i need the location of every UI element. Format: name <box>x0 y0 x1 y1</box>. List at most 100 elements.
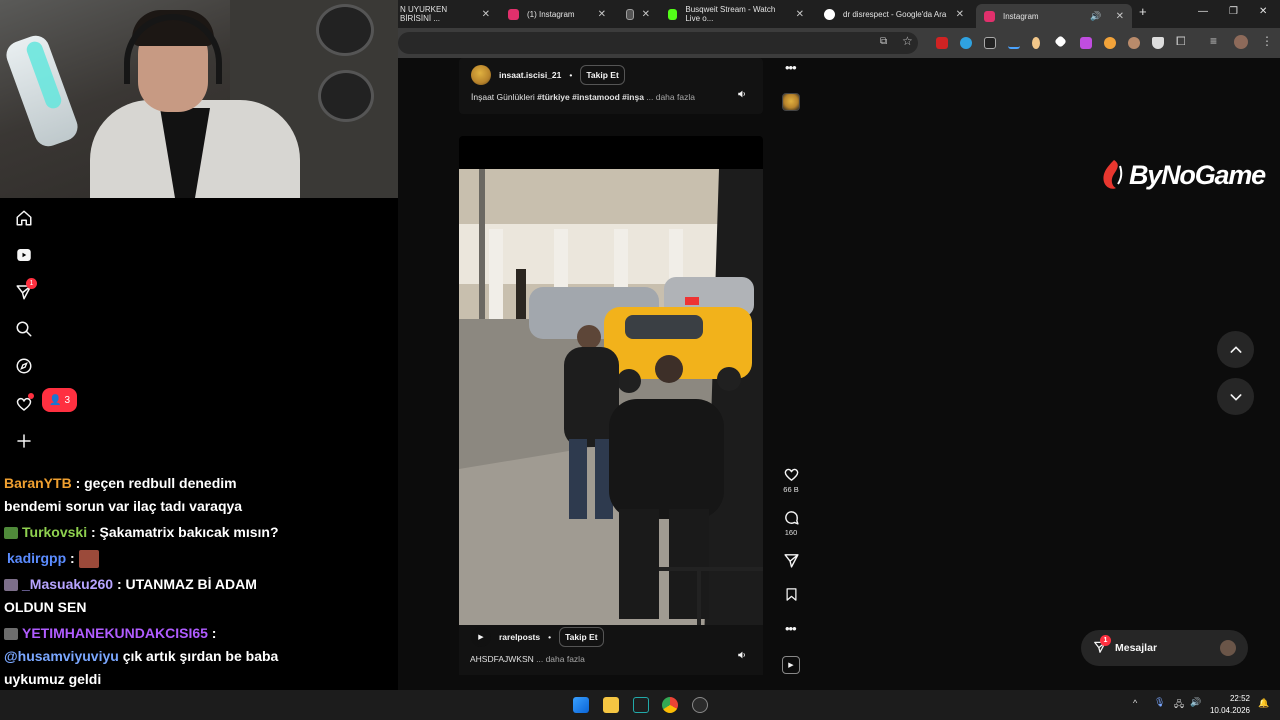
notification-bell-icon[interactable]: 🔔 <box>1258 698 1269 709</box>
more-menu-icon[interactable]: ⋮ <box>1261 34 1273 48</box>
system-clock[interactable]: 22:52 10.04.2026 <box>1210 693 1250 717</box>
close-icon[interactable]: ✕ <box>956 9 964 20</box>
play-avatar-icon[interactable]: ▶ <box>471 627 491 647</box>
extension-icon[interactable] <box>1104 37 1116 49</box>
tab-4[interactable]: Busqweit Stream - Watch Live o... ✕ <box>660 4 812 24</box>
obs-icon[interactable] <box>692 697 708 713</box>
media-queue-icon[interactable]: ≡ <box>1210 34 1217 48</box>
chat-username: BaranYTB <box>4 475 72 491</box>
search-icon[interactable] <box>14 319 34 339</box>
close-icon[interactable]: ✕ <box>796 9 804 20</box>
extension-icon[interactable] <box>1008 37 1020 49</box>
sound-icon[interactable] <box>734 86 750 102</box>
extension-icon[interactable] <box>1054 35 1067 48</box>
direct-messages-icon[interactable]: 1 <box>14 278 37 302</box>
comment-icon <box>784 511 799 525</box>
like-count: 66 B <box>783 485 799 494</box>
more-link[interactable]: ... daha fazla <box>534 654 585 664</box>
profile-avatar[interactable] <box>1234 35 1248 49</box>
terminal-icon[interactable] <box>633 697 649 713</box>
bookmark-star-icon[interactable]: ☆ <box>902 34 913 48</box>
speaker-icon[interactable]: 🔊 <box>1090 11 1101 22</box>
start-windows-icon[interactable] <box>573 697 589 713</box>
tab-6-title: Instagram <box>1003 11 1039 21</box>
follow-button[interactable]: Takip Et <box>559 627 604 647</box>
volume-icon[interactable]: 🔊 <box>1190 697 1201 708</box>
chat-badge-icon <box>4 527 18 540</box>
explore-compass-icon[interactable] <box>14 356 34 376</box>
puzzle-icon[interactable]: ⧠ <box>1176 34 1186 49</box>
save-action[interactable] <box>780 586 802 603</box>
post-username[interactable]: rarelposts <box>499 632 540 642</box>
more-link[interactable]: ... daha fazla <box>644 92 695 102</box>
close-icon[interactable]: ✕ <box>1116 11 1124 22</box>
next-reel-button[interactable] <box>1217 378 1254 415</box>
clock-time: 22:52 <box>1229 694 1250 703</box>
caption-hashtags[interactable]: #türkiye #instamood #inşa <box>537 92 644 102</box>
more-options-icon[interactable]: ••• <box>785 60 797 75</box>
like-action[interactable]: 66 B <box>780 466 802 494</box>
comment-count: 160 <box>784 528 798 537</box>
adblock-extension-icon[interactable] <box>936 37 948 49</box>
microphone-icon[interactable]: 🎙 <box>1154 697 1165 708</box>
extension-icon[interactable] <box>1080 37 1092 49</box>
more-options-icon[interactable]: ••• <box>785 621 797 636</box>
chat-message: kadirgpp : <box>4 547 294 570</box>
chat-badge-icon <box>4 579 18 592</box>
restore-icon[interactable]: ❐ <box>1229 6 1238 17</box>
heart-activity-icon[interactable] <box>14 393 34 414</box>
previous-reel-button[interactable] <box>1217 331 1254 368</box>
follow-requests-pill[interactable]: 👤 3 <box>42 388 77 412</box>
create-plus-icon[interactable] <box>14 431 34 451</box>
windows-taskbar: ^ 🎙 🖧 🔊 22:52 10.04.2026 🔔 <box>0 690 1280 720</box>
chat-message: _Masuaku260 : UTANMAZ Bİ ADAM OLDUN SEN <box>4 573 294 619</box>
tab-6-active[interactable]: Instagram 🔊 ✕ <box>976 4 1132 28</box>
extension-icon[interactable] <box>984 37 996 49</box>
chat-username: Turkovski <box>22 524 88 540</box>
close-icon[interactable]: ✕ <box>598 9 606 20</box>
extension-icon[interactable] <box>960 37 972 49</box>
tab-1[interactable]: N UYURKEN BİRİSİNİ ... ✕ <box>392 4 498 24</box>
messages-button[interactable]: 1 Mesajlar <box>1081 630 1248 666</box>
chat-username: kadirgpp <box>7 550 67 566</box>
logo-text: ByNoGame <box>1129 159 1266 190</box>
follow-button[interactable]: Takip Et <box>580 65 625 85</box>
avatar[interactable] <box>471 65 491 85</box>
address-input[interactable] <box>398 32 918 54</box>
audio-thumbnail[interactable] <box>782 93 800 111</box>
home-icon[interactable] <box>14 208 34 228</box>
tab-5[interactable]: dr disrespect - Google'da Ara ✕ <box>816 4 972 24</box>
close-icon[interactable]: ✕ <box>482 9 490 20</box>
tab-2[interactable]: (1) Instagram ✕ <box>500 4 614 24</box>
instagram-icon <box>984 10 995 22</box>
flame-icon <box>1103 160 1123 189</box>
close-icon[interactable]: ✕ <box>642 9 650 20</box>
sound-icon[interactable] <box>734 647 750 663</box>
file-explorer-icon[interactable] <box>603 697 619 713</box>
reel-video[interactable] <box>459 169 763 643</box>
tray-chevron-icon[interactable]: ^ <box>1133 698 1137 708</box>
extension-icon[interactable] <box>1032 37 1040 49</box>
person-icon: 👤 <box>48 394 62 406</box>
chat-mention: @husamviyuviyu <box>4 648 119 664</box>
tab-1-title: N UYURKEN BİRİSİNİ ... <box>400 5 448 23</box>
network-icon[interactable]: 🖧 <box>1174 697 1184 713</box>
chrome-icon[interactable] <box>662 697 678 713</box>
webcam-speaker <box>316 4 374 56</box>
new-tab-button[interactable]: + <box>1139 4 1147 19</box>
window-close-icon[interactable]: ✕ <box>1259 6 1267 17</box>
chevron-down-icon <box>1230 393 1241 401</box>
comment-action[interactable]: 160 <box>780 509 802 537</box>
reels-icon[interactable] <box>14 245 34 265</box>
post-username[interactable]: insaat.iscisi_21 <box>499 70 561 80</box>
share-action[interactable] <box>780 552 802 569</box>
extension-icon[interactable] <box>1128 37 1140 49</box>
tab-3[interactable]: ✕ <box>618 4 658 24</box>
chat-badge-icon <box>4 628 18 641</box>
install-app-icon[interactable]: ⧉ <box>880 36 887 47</box>
shield-extension-icon[interactable] <box>1152 37 1164 49</box>
audio-thumbnail-icon[interactable]: ▶ <box>782 656 800 674</box>
minimize-icon[interactable]: — <box>1198 6 1208 17</box>
chevron-up-icon <box>1230 345 1241 353</box>
caption-text: İnşaat Günlükleri <box>471 92 538 102</box>
